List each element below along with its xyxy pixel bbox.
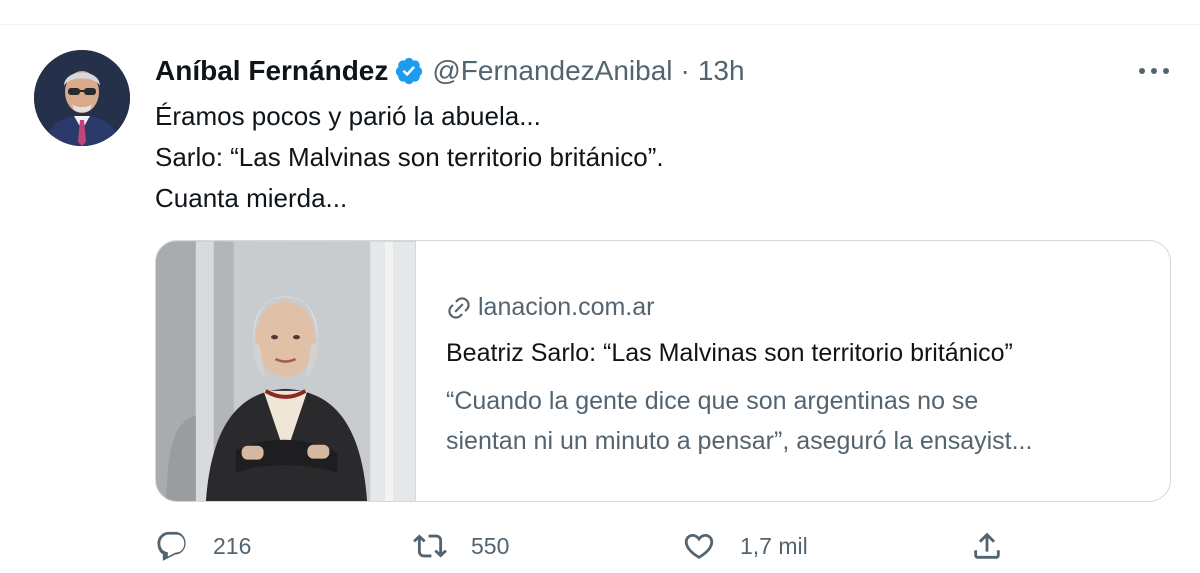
tweet-timestamp[interactable]: 13h (698, 55, 745, 87)
card-thumbnail (156, 241, 416, 501)
avatar[interactable] (34, 50, 130, 146)
more-options-icon[interactable] (1136, 58, 1172, 84)
card-domain-text: lanacion.com.ar (478, 293, 655, 321)
reply-button[interactable]: 216 (155, 526, 251, 566)
card-description-line: sientan ni un minuto a pensar”, aseguró … (446, 427, 1033, 455)
link-preview-card[interactable]: lanacion.com.ar Beatriz Sarlo: “Las Malv… (155, 240, 1171, 502)
author-handle[interactable]: @FernandezAnibal (432, 55, 672, 87)
tweet-text: Éramos pocos y parió la abuela... Sarlo:… (155, 96, 664, 219)
like-count: 1,7 mil (740, 532, 808, 559)
header-separator: · (680, 55, 690, 86)
reply-icon (157, 531, 186, 561)
author-name[interactable]: Aníbal Fernández (155, 55, 388, 87)
tweet[interactable]: Aníbal Fernández @FernandezAnibal · 13h … (0, 0, 1200, 573)
reply-count: 216 (213, 532, 252, 559)
verified-badge-icon (394, 56, 424, 86)
tweet-actions: 216 550 1,7 mil (155, 526, 1015, 566)
tweet-header: Aníbal Fernández @FernandezAnibal · 13h (155, 53, 745, 89)
like-button[interactable]: 1,7 mil (682, 526, 808, 566)
card-domain: lanacion.com.ar (446, 293, 654, 322)
share-button[interactable] (970, 526, 1004, 566)
card-title: Beatriz Sarlo: “Las Malvinas son territo… (446, 339, 1013, 367)
tweet-text-line: Éramos pocos y parió la abuela... (155, 101, 541, 131)
card-description: “Cuando la gente dice que son argentinas… (446, 381, 1156, 461)
avatar-image (34, 50, 130, 146)
tweet-text-line: Sarlo: “Las Malvinas son territorio brit… (155, 142, 664, 172)
share-icon (974, 532, 1000, 559)
retweet-count: 550 (471, 532, 510, 559)
tweet-text-line: Cuanta mierda... (155, 183, 348, 213)
card-description-line: “Cuando la gente dice que son argentinas… (446, 387, 979, 415)
retweet-icon (413, 534, 447, 558)
link-icon (446, 295, 472, 321)
retweet-button[interactable]: 550 (413, 526, 509, 566)
like-icon (684, 533, 714, 559)
